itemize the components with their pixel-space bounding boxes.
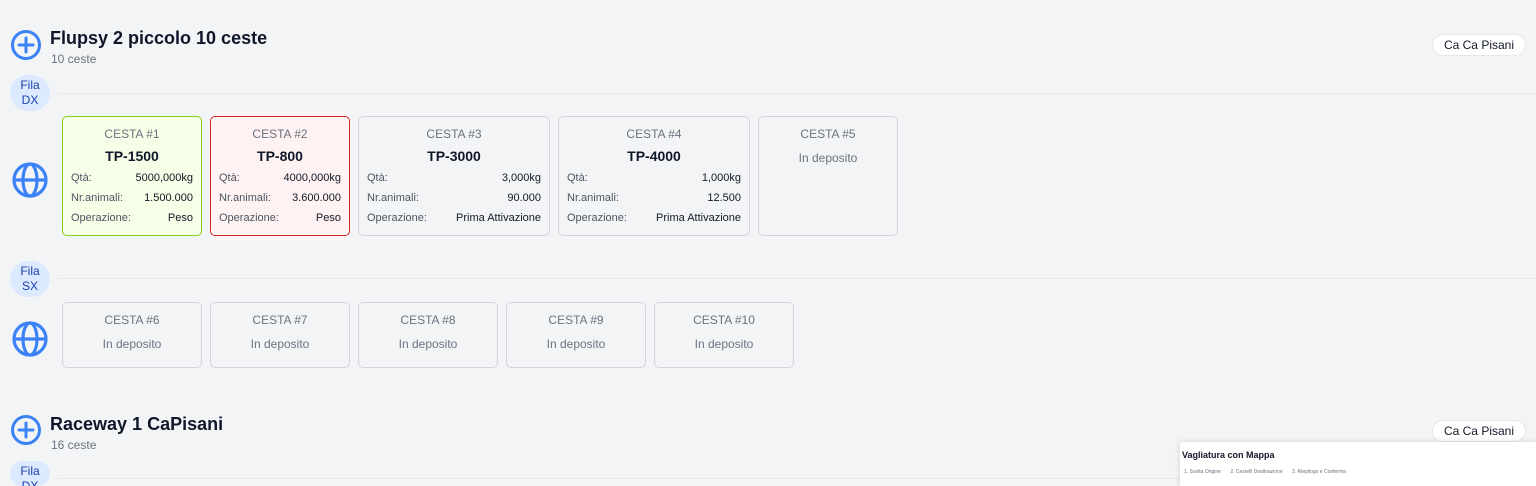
step-1[interactable]: 1. Scelta Origine xyxy=(1184,469,1221,475)
globe-icon[interactable] xyxy=(10,160,50,200)
operation-value: Prima Attivazione xyxy=(456,212,541,224)
add-plus-circle-icon[interactable] xyxy=(10,29,42,61)
qty-value: 5000,000kg xyxy=(135,172,194,184)
flupsy-title: Flupsy 2 piccolo 10 ceste xyxy=(50,28,268,48)
basket-animals-row: Nr.animali: 3.600.000 xyxy=(211,191,349,205)
row-label-line2: DX xyxy=(21,479,39,486)
basket-animals-row: Nr.animali: 1.500.000 xyxy=(63,191,201,205)
basket-animals-row: Nr.animali: 12.500 xyxy=(559,191,749,205)
basket-card-4[interactable]: CESTA #4 TP-4000 Qtà: 1,000kg Nr.animali:… xyxy=(558,116,750,236)
basket-operation-row: Operazione: Peso xyxy=(211,211,349,225)
basket-card-2[interactable]: CESTA #2 TP-800 Qtà: 4000,000kg Nr.animal… xyxy=(210,116,350,236)
site-badge: Ca Ca Pisani xyxy=(1431,34,1526,56)
popup-steps: 1. Scelta Origine 2. Cestelli Destinazio… xyxy=(1184,469,1354,475)
animals-label: Nr.animali: xyxy=(219,192,271,204)
qty-value: 1,000kg xyxy=(701,172,741,184)
basket-number: CESTA #5 xyxy=(800,127,856,141)
basket-status: In deposito xyxy=(102,337,162,351)
basket-number: CESTA #2 xyxy=(252,127,308,141)
animals-label: Nr.animali: xyxy=(567,192,619,204)
basket-code: TP-1500 xyxy=(105,148,159,164)
row-label-line1: Fila xyxy=(20,78,40,92)
row-divider xyxy=(58,93,1536,94)
basket-animals-row: Nr.animali: 90.000 xyxy=(359,191,549,205)
operation-label: Operazione: xyxy=(219,212,279,224)
row-label-line2: DX xyxy=(21,93,39,107)
basket-card-10[interactable]: CESTA #10 In deposito xyxy=(654,302,794,368)
basket-status: In deposito xyxy=(694,337,754,351)
qty-label: Qtà: xyxy=(567,172,588,184)
basket-card-7[interactable]: CESTA #7 In deposito xyxy=(210,302,350,368)
basket-code: TP-800 xyxy=(257,148,303,164)
basket-status: In deposito xyxy=(546,337,606,351)
animals-label: Nr.animali: xyxy=(367,192,419,204)
row-label-line1: Fila xyxy=(20,464,40,478)
row-label-sx: Fila SX xyxy=(10,261,50,297)
basket-status: In deposito xyxy=(250,337,310,351)
screening-popup[interactable]: Vagliatura con Mappa 1. Scelta Origine 2… xyxy=(1180,442,1536,486)
qty-value: 3,000kg xyxy=(501,172,541,184)
row-label-line2: SX xyxy=(21,279,38,293)
qty-value: 4000,000kg xyxy=(283,172,342,184)
basket-card-1[interactable]: CESTA #1 TP-1500 Qtà: 5000,000kg Nr.anima… xyxy=(62,116,202,236)
operation-value: Prima Attivazione xyxy=(656,212,741,224)
qty-label: Qtà: xyxy=(71,172,92,184)
qty-label: Qtà: xyxy=(367,172,388,184)
row-label-dx: Fila DX xyxy=(10,461,50,486)
basket-number: CESTA #8 xyxy=(400,313,456,327)
basket-card-8[interactable]: CESTA #8 In deposito xyxy=(358,302,498,368)
animals-value: 90.000 xyxy=(507,192,541,204)
add-plus-circle-icon[interactable] xyxy=(10,414,42,446)
basket-number: CESTA #3 xyxy=(426,127,482,141)
operation-value: Peso xyxy=(167,212,193,224)
animals-value: 1.500.000 xyxy=(144,192,193,204)
site-badge: Ca Ca Pisani xyxy=(1431,420,1526,442)
basket-card-6[interactable]: CESTA #6 In deposito xyxy=(62,302,202,368)
basket-operation-row: Operazione: Peso xyxy=(63,211,201,225)
basket-code: TP-3000 xyxy=(427,148,481,164)
raceway-title: Raceway 1 CaPisani xyxy=(50,414,224,434)
globe-icon[interactable] xyxy=(10,319,50,359)
step-2[interactable]: 2. Cestelli Destinazione xyxy=(1230,469,1282,475)
basket-number: CESTA #9 xyxy=(548,313,604,327)
basket-number: CESTA #1 xyxy=(104,127,160,141)
basket-qty-row: Qtà: 5000,000kg xyxy=(63,171,201,185)
row-label-line1: Fila xyxy=(20,264,40,278)
basket-operation-row: Operazione: Prima Attivazione xyxy=(359,211,549,225)
qty-label: Qtà: xyxy=(219,172,240,184)
basket-qty-row: Qtà: 1,000kg xyxy=(559,171,749,185)
basket-card-3[interactable]: CESTA #3 TP-3000 Qtà: 3,000kg Nr.animali:… xyxy=(358,116,550,236)
basket-number: CESTA #6 xyxy=(104,313,160,327)
operation-value: Peso xyxy=(315,212,341,224)
raceway-subtitle: 16 ceste xyxy=(51,438,97,452)
operation-label: Operazione: xyxy=(567,212,627,224)
popup-title: Vagliatura con Mappa xyxy=(1182,450,1275,460)
basket-code: TP-4000 xyxy=(627,148,681,164)
row-label-dx: Fila DX xyxy=(10,75,50,111)
basket-number: CESTA #10 xyxy=(693,313,755,327)
basket-qty-row: Qtà: 3,000kg xyxy=(359,171,549,185)
row-divider xyxy=(58,278,1536,279)
basket-status: In deposito xyxy=(398,337,458,351)
step-3[interactable]: 3. Riepilogo e Conferma xyxy=(1292,469,1346,475)
operation-label: Operazione: xyxy=(71,212,131,224)
operation-label: Operazione: xyxy=(367,212,427,224)
animals-label: Nr.animali: xyxy=(71,192,123,204)
animals-value: 3.600.000 xyxy=(292,192,341,204)
basket-operation-row: Operazione: Prima Attivazione xyxy=(559,211,749,225)
basket-number: CESTA #7 xyxy=(252,313,308,327)
basket-card-9[interactable]: CESTA #9 In deposito xyxy=(506,302,646,368)
basket-qty-row: Qtà: 4000,000kg xyxy=(211,171,349,185)
basket-card-5[interactable]: CESTA #5 In deposito xyxy=(758,116,898,236)
basket-status: In deposito xyxy=(798,151,858,165)
flupsy-subtitle: 10 ceste xyxy=(51,52,97,66)
basket-number: CESTA #4 xyxy=(626,127,682,141)
animals-value: 12.500 xyxy=(707,192,741,204)
